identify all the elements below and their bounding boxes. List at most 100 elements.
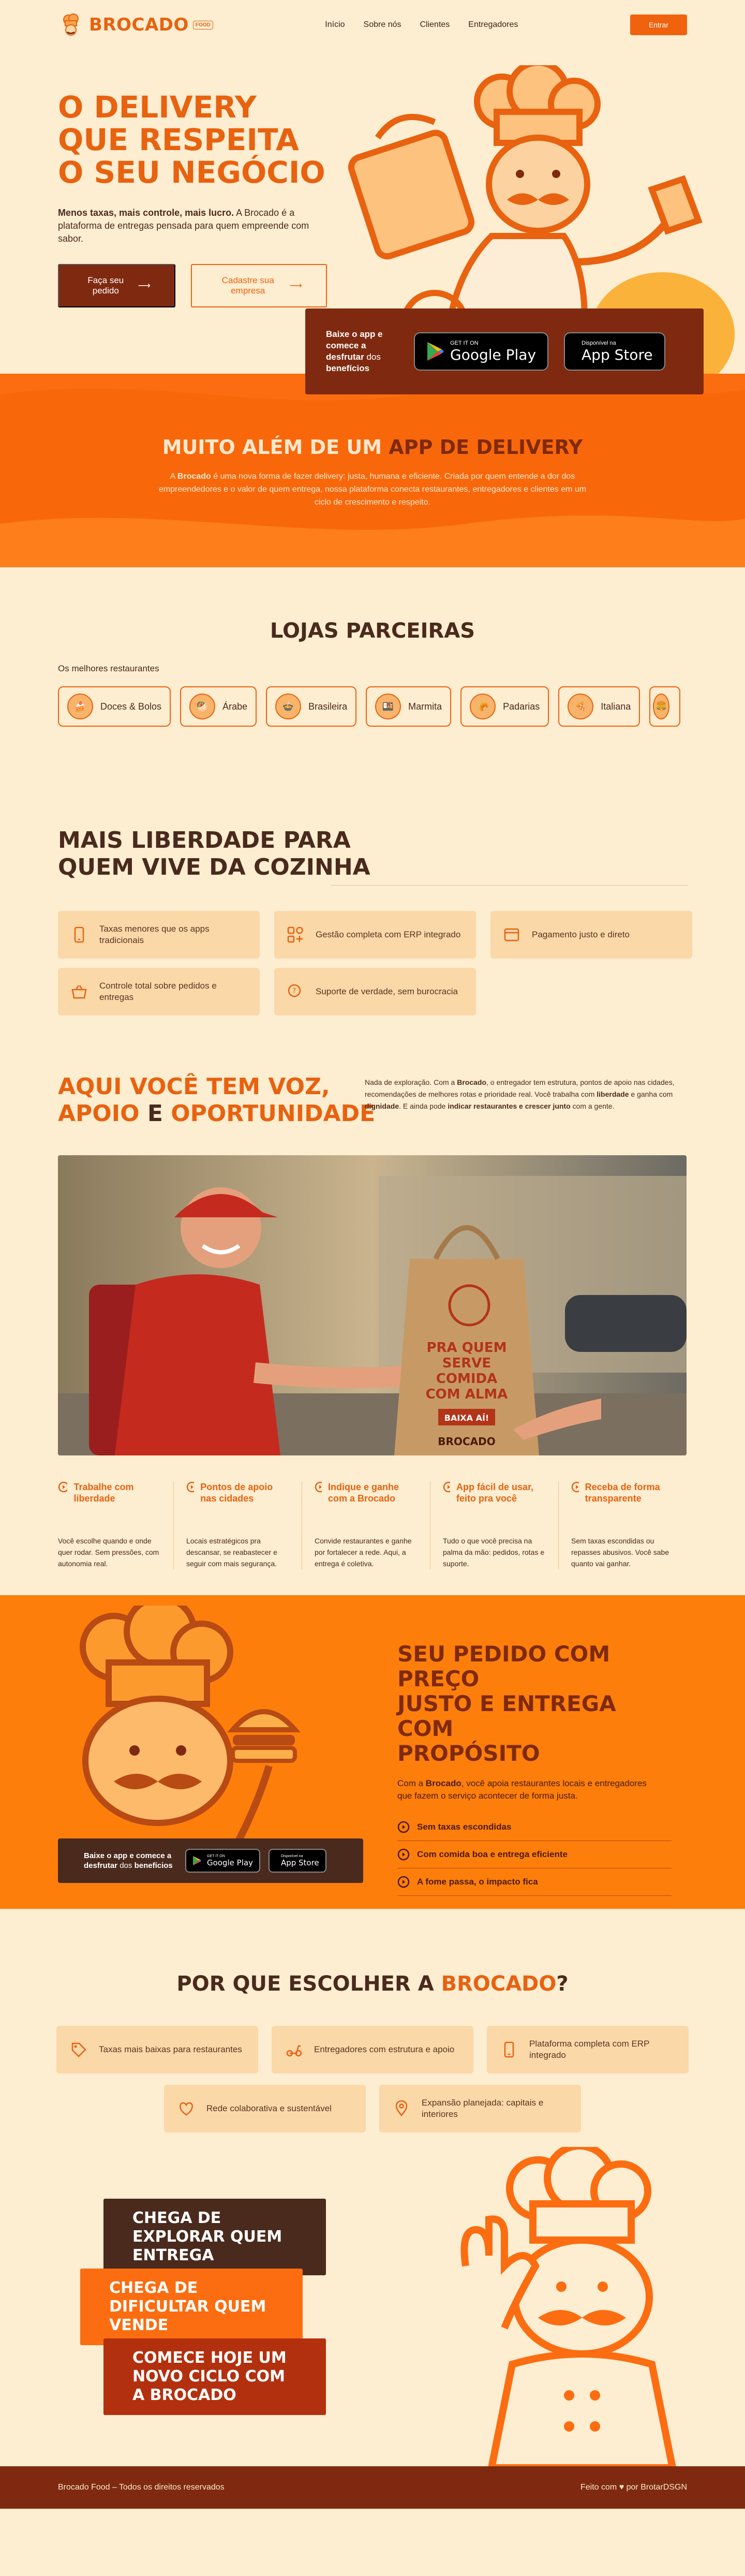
voice-text-b1: Brocado — [457, 1078, 487, 1086]
why-text: Plataforma completa com ERP integrado — [529, 2039, 650, 2060]
closing-section: CHEGA DE EXPLORAR QUEM ENTREGA CHEGA DE … — [0, 2142, 745, 2466]
liberty-title-line-1: MAIS LIBERDADE PARA — [58, 827, 351, 853]
chip-label: Italiana — [601, 701, 631, 712]
chip-marmita[interactable]: 🍱 Marmita — [366, 686, 452, 727]
chip-label: Padarias — [503, 701, 540, 712]
nav-inicio[interactable]: Início — [325, 20, 345, 30]
feature-card: ? Suporte de verdade, sem burocracia — [274, 968, 476, 1015]
order-text-b: Brocado — [425, 1778, 461, 1788]
grid-plus-icon — [287, 926, 303, 943]
hero-description: Menos taxas, mais controle, mais lucro. … — [58, 207, 317, 245]
benefit-title: Receba de forma transparente — [585, 1482, 660, 1504]
feature-text: Taxas menores que os apps tradicionais — [99, 924, 210, 945]
tag-novo-ciclo: COMECE HOJE UM NOVO CICLO COM A BROCADO — [103, 2338, 326, 2415]
svg-text:?: ? — [292, 987, 296, 995]
bag-line-1: PRA QUEM — [426, 1340, 506, 1356]
chip-brasileira[interactable]: 🍲 Brasileira — [266, 686, 357, 727]
chip-italiana[interactable]: 🍕 Italiana — [558, 686, 640, 727]
gplay-big: Google Play — [450, 346, 537, 363]
bag-line-4: COM ALMA — [426, 1387, 508, 1402]
why-title-a: POR QUE ESCOLHER A — [176, 1972, 441, 1996]
nav-clientes[interactable]: Clientes — [420, 20, 450, 30]
benefit-title: Pontos de apoio nas cidades — [200, 1482, 273, 1504]
cake-icon: 🍰 — [67, 694, 93, 719]
site-header: BROCADO FOOD Início Sobre nós Clientes E… — [0, 0, 745, 50]
voice-text-b2: liberdade — [597, 1090, 629, 1098]
check-item: Sem taxas escondidas — [397, 1814, 672, 1841]
kebab-icon: 🥙 — [189, 694, 216, 719]
register-button-label: Cadastre sua empresa — [221, 275, 274, 296]
app-text-bold2: benefícios — [326, 363, 370, 373]
tag-dificultar: CHEGA DE DIFICULTAR QUEM VENDE — [80, 2269, 303, 2345]
burger-icon: 🍔 — [653, 694, 670, 719]
chip-doces[interactable]: 🍰 Doces & Bolos — [58, 686, 171, 727]
play-circle-icon — [397, 1848, 410, 1861]
brand-logo[interactable]: BROCADO FOOD — [58, 11, 213, 38]
register-company-button[interactable]: Cadastre sua empresa ⟶ — [190, 264, 327, 307]
hero-title-line-3: O SEU NEGÓCIO — [58, 155, 325, 190]
play-circle-icon — [397, 1821, 410, 1833]
footer-credit-post: por — [624, 2483, 641, 2492]
benefit-title: App fácil de usar, feito pra você — [456, 1482, 534, 1504]
google-play-badge[interactable]: GET IT ON Google Play — [185, 1849, 260, 1873]
map-pin-icon — [395, 2100, 408, 2117]
order-checklist: Sem taxas escondidas Com comida boa e en… — [397, 1814, 672, 1896]
play-circle-icon — [397, 1876, 410, 1888]
why-section: POR QUE ESCOLHER A BROCADO? Taxas mais b… — [0, 1909, 745, 2142]
apple-big: App Store — [582, 346, 653, 363]
app-download-box: Baixe o app e comece a desfrutar dos ben… — [305, 308, 704, 394]
benefit-column: App fácil de usar, feito pra você Tudo o … — [443, 1481, 559, 1569]
order-content: SEU PEDIDO COM PREÇO JUSTO E ENTREGA COM P… — [397, 1642, 672, 1896]
order-button[interactable]: Faça seu pedido ⟶ — [58, 264, 175, 307]
chef-waving-illustration — [460, 2147, 676, 2466]
feature-text: Gestão completa com ERP integrado — [316, 930, 461, 939]
tag-icon — [71, 2042, 86, 2057]
why-title-b: BROCADO — [441, 1972, 557, 1996]
feature-card: Pagamento justo e direto — [490, 911, 692, 959]
nav-entregadores[interactable]: Entregadores — [468, 20, 518, 30]
voice-section: AQUI VOCÊ TEM VOZ, APOIO E OPORTUNIDADE N… — [0, 1047, 745, 1595]
site-footer: Brocado Food – Todos os direitos reserva… — [0, 2466, 745, 2509]
chef-logo-icon — [63, 13, 79, 36]
divider — [331, 885, 688, 886]
app-store-badge[interactable]: Disponível na App Store — [268, 1849, 326, 1873]
google-play-badge[interactable]: GET IT ON Google Play — [414, 332, 549, 371]
voice-text-5: com a gente. — [570, 1102, 615, 1110]
about-title-b: APP DE DELIVERY — [389, 436, 583, 459]
phone-icon — [504, 2041, 514, 2058]
benefit-title: Indique e ganhe com a Brocado — [327, 1482, 399, 1504]
apple-big: App Store — [280, 1858, 319, 1867]
partners-title: LOJAS PARCEIRAS — [270, 619, 475, 643]
apple-small: Disponível na — [280, 1854, 303, 1858]
app-store-badge[interactable]: Disponível na App Store — [564, 332, 665, 371]
order-section: Baixe o app e comece a desfrutar dos ben… — [0, 1595, 745, 1909]
heart-icon — [180, 2102, 193, 2116]
heart-icon: ♥ — [619, 2483, 624, 2492]
partner-chips: 🍰 Doces & Bolos 🥙 Árabe 🍲 Brasileira 🍱 Marmi… — [0, 686, 745, 727]
chip-padarias[interactable]: 🥐 Padarias — [460, 686, 549, 727]
voice-text-4: . E ainda pode — [399, 1102, 448, 1110]
plate-icon: 🍲 — [275, 694, 302, 719]
enter-button[interactable]: Entrar — [630, 14, 687, 35]
logo-tag: FOOD — [192, 20, 213, 30]
logo-text: BROCADO — [89, 14, 189, 35]
nav-sobre[interactable]: Sobre nós — [364, 20, 401, 30]
footer-credit-pre: Feito com — [580, 2483, 619, 2492]
voice-title-b: E — [147, 1100, 171, 1127]
gplay-big: Google Play — [207, 1858, 253, 1867]
bag-button-text: BAIXA AÍ! — [444, 1413, 489, 1423]
hero-title: O DELIVERY QUE RESPEITA O SEU NEGÓCIO — [58, 91, 327, 189]
order-title: SEU PEDIDO COM PREÇO JUSTO E ENTREGA COM P… — [397, 1642, 672, 1766]
feature-card: Controle total sobre pedidos e entregas — [58, 968, 260, 1015]
chip-more[interactable]: 🍔 — [649, 686, 681, 727]
feature-card: Taxas menores que os apps tradicionais — [58, 911, 260, 959]
gplay-small: GET IT ON — [207, 1854, 225, 1858]
about-text-pre: A — [170, 472, 177, 481]
chip-label: Brasileira — [308, 701, 348, 712]
order-button-label: Faça seu pedido — [87, 275, 124, 296]
liberty-section: MAIS LIBERDADE PARA QUEM VIVE DA COZINHA … — [0, 793, 745, 1047]
courier-benefits: Trabalhe com liberdade Você escolhe quand… — [58, 1481, 687, 1569]
why-text: Taxas mais baixas para restaurantes — [99, 2044, 242, 2054]
chip-arabe[interactable]: 🥙 Árabe — [180, 686, 257, 727]
footer-credit-link[interactable]: BrotarDSGN — [640, 2483, 687, 2492]
